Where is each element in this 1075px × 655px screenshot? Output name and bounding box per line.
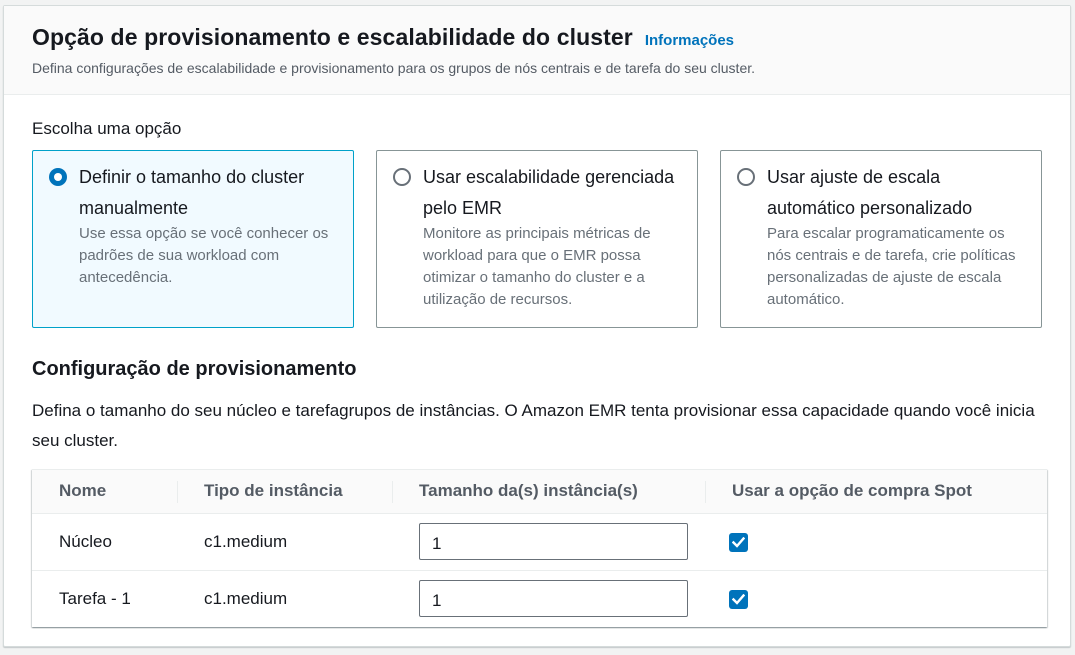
column-header-spot: Usar a opção de compra Spot	[705, 470, 1047, 514]
cell-name: Tarefa - 1	[59, 588, 131, 608]
title-row: Opção de provisionamento e escalabilidad…	[32, 24, 1042, 51]
tile-custom-autoscaling[interactable]: Usar ajuste de escala automático persona…	[720, 150, 1042, 328]
tile-managed-scaling[interactable]: Usar escalabilidade gerenciada pelo EMR …	[376, 150, 698, 328]
tile-text: Definir o tamanho do cluster manualmente…	[79, 165, 337, 327]
cell-instance-type: c1.medium	[204, 588, 288, 608]
tile-label: Usar ajuste de escala automático persona…	[767, 167, 973, 218]
checkmark-icon	[732, 537, 745, 548]
spot-checkbox[interactable]	[729, 533, 748, 552]
radio-unselected-icon[interactable]	[737, 168, 755, 186]
cell-spot	[705, 513, 1047, 570]
column-header-instance-type: Tipo de instância	[177, 470, 392, 514]
cell-size	[392, 570, 705, 627]
checkmark-icon	[732, 594, 745, 606]
tile-label: Definir o tamanho do cluster manualmente	[79, 167, 305, 218]
instance-size-input[interactable]	[419, 580, 688, 618]
panel-body: Escolha uma opção Definir o tamanho do c…	[4, 119, 1070, 627]
section-description: Defina o tamanho do seu núcleo e tarefag…	[32, 401, 1035, 450]
panel-header: Opção de provisionamento e escalabilidad…	[4, 6, 1070, 95]
table-header-row: Nome Tipo de instância Tamanho da(s) ins…	[32, 470, 1047, 514]
tile-description: Para escalar programaticamente os nós ce…	[767, 225, 1016, 308]
table-row: Tarefa - 1 c1.medium	[32, 570, 1047, 627]
provisioning-panel: Opção de provisionamento e escalabilidad…	[3, 5, 1071, 647]
spot-checkbox[interactable]	[729, 590, 748, 610]
tile-description: Use essa opção se você conhecer os padrõ…	[79, 225, 329, 286]
tile-label: Usar escalabilidade gerenciada pelo EMR	[423, 167, 675, 218]
cell-instance-type: c1.medium	[204, 531, 288, 551]
info-link[interactable]: Informações	[645, 32, 734, 49]
tile-text: Usar ajuste de escala automático persona…	[767, 165, 1025, 327]
cell-size	[392, 513, 705, 570]
radio-unselected-icon[interactable]	[393, 168, 411, 186]
table-row: Núcleo c1.medium	[32, 513, 1047, 570]
tile-text: Usar escalabilidade gerenciada pelo EMR …	[423, 165, 681, 327]
cell-name: Núcleo	[59, 531, 112, 551]
header-description: Defina configurações de escalabilidade e…	[32, 60, 756, 76]
instance-size-input[interactable]	[419, 523, 688, 560]
radio-selected-icon[interactable]	[49, 168, 67, 186]
tile-description: Monitore as principais métricas de workl…	[423, 225, 651, 308]
option-tiles: Definir o tamanho do cluster manualmente…	[32, 150, 1042, 328]
cell-spot	[705, 570, 1047, 627]
instance-groups-table: Nome Tipo de instância Tamanho da(s) ins…	[32, 469, 1047, 627]
section-title: Configuração de provisionamento	[32, 358, 357, 380]
page-title: Opção de provisionamento e escalabilidad…	[32, 24, 633, 50]
tile-manual-size[interactable]: Definir o tamanho do cluster manualmente…	[32, 150, 354, 328]
options-label: Escolha uma opção	[32, 119, 182, 138]
column-header-instance-size: Tamanho da(s) instância(s)	[392, 470, 705, 514]
column-header-name: Nome	[32, 470, 177, 514]
